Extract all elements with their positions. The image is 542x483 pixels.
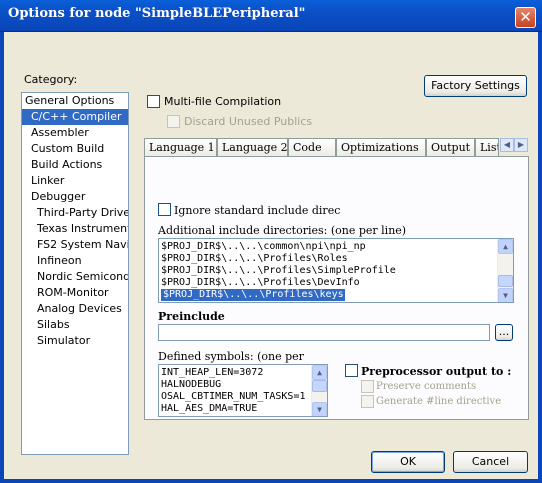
- window-title: Options for node "SimpleBLEPeripheral": [8, 6, 306, 21]
- include-dirs-textarea[interactable]: $PROJ_DIR$\..\..\common\npi\npi_np $PROJ_…: [158, 238, 514, 303]
- defined-symbol-line: INT_HEAP_LEN=3072: [161, 367, 264, 378]
- preinclude-input[interactable]: [158, 324, 490, 341]
- preproc-output-label: Preprocessor output to :: [361, 365, 512, 378]
- ok-button[interactable]: OK: [371, 451, 445, 473]
- preserve-comments-label: Preserve comments: [376, 381, 477, 392]
- window-border-bottom: [0, 479, 542, 483]
- generate-line-checkbox[interactable]: [361, 395, 374, 408]
- symbols-scroll-thumb[interactable]: [312, 380, 327, 392]
- tab-scroll-left-button[interactable]: ◀: [500, 138, 514, 152]
- category-item[interactable]: Analog Devices: [22, 301, 128, 317]
- preserve-comments-checkbox[interactable]: [361, 380, 374, 393]
- arrow-up-icon: ▲: [317, 368, 322, 377]
- arrow-down-icon: ▼: [317, 405, 322, 414]
- defined-symbols-label: Defined symbols: (one per: [158, 350, 304, 363]
- chevron-right-icon: ▶: [517, 140, 525, 149]
- ignore-std-include-checkbox[interactable]: [158, 203, 171, 216]
- preproc-output-checkbox[interactable]: [345, 364, 358, 377]
- cancel-button[interactable]: Cancel: [453, 451, 528, 473]
- defined-symbol-line: OSAL_CBTIMER_NUM_TASKS=1: [161, 391, 306, 402]
- ignore-std-include-label: Ignore standard include direc: [174, 204, 341, 217]
- close-button[interactable]: ✕: [515, 7, 536, 28]
- window-border-right: [538, 32, 542, 483]
- scroll-down-button[interactable]: ▼: [498, 288, 513, 302]
- defined-symbol-line: HALNODEBUG: [161, 379, 222, 390]
- symbols-scroll-down-button[interactable]: ▼: [312, 402, 327, 416]
- preinclude-browse-button[interactable]: ...: [495, 324, 513, 341]
- tab-output[interactable]: Output: [426, 138, 475, 156]
- tab-language-1[interactable]: Language 1: [144, 138, 217, 156]
- include-dir-text: $PROJ_DIR$\..\..\Profiles\SimpleProfile: [161, 265, 396, 276]
- include-dir-line: $PROJ_DIR$\..\..\Profiles\SimpleProfile: [159, 265, 513, 277]
- symbols-scroll-up-button[interactable]: ▲: [312, 365, 327, 380]
- defined-symbol-line: HAL_AES_DMA=TRUE: [161, 403, 258, 414]
- include-dir-line: $PROJ_DIR$\..\..\common\npi\npi_np: [159, 241, 513, 253]
- category-item[interactable]: Silabs: [22, 317, 128, 333]
- category-item[interactable]: Nordic Semiconductor: [22, 269, 128, 285]
- category-item[interactable]: Assembler: [22, 125, 128, 141]
- include-dir-text: $PROJ_DIR$\..\..\Profiles\DevInfo: [161, 277, 360, 288]
- factory-settings-button[interactable]: Factory Settings: [424, 75, 527, 97]
- category-item[interactable]: Custom Build: [22, 141, 128, 157]
- include-dirs-scrollbar[interactable]: ▲ ▼: [497, 239, 513, 302]
- defined-symbols-scrollbar[interactable]: ▲ ▼: [311, 365, 327, 416]
- category-item[interactable]: C/C++ Compiler: [22, 109, 128, 125]
- defined-symbols-textarea[interactable]: INT_HEAP_LEN=3072 HALNODEBUG OSAL_CBTIMER_…: [158, 364, 328, 417]
- discard-unused-checkbox[interactable]: [167, 115, 180, 128]
- category-item[interactable]: Build Actions: [22, 157, 128, 173]
- tab-scroll-right-button[interactable]: ▶: [514, 138, 528, 152]
- category-item[interactable]: General Options: [22, 93, 128, 109]
- multifile-checkbox[interactable]: [147, 95, 160, 108]
- scroll-thumb[interactable]: [498, 275, 513, 287]
- category-item[interactable]: Debugger: [22, 189, 128, 205]
- title-bar: Options for node "SimpleBLEPeripheral" ✕: [0, 0, 542, 32]
- category-list[interactable]: General Options C/C++ Compiler Assembler Cu…: [21, 92, 129, 455]
- tab-code[interactable]: Code: [288, 138, 336, 156]
- include-dir-line: $PROJ_DIR$\..\..\Profiles\DevInfo: [159, 277, 513, 289]
- include-dir-text: $PROJ_DIR$\..\..\Profiles\Roles: [161, 253, 348, 264]
- category-item[interactable]: ROM-Monitor: [22, 285, 128, 301]
- multifile-label: Multi-file Compilation: [164, 95, 282, 108]
- include-dir-line: $PROJ_DIR$\..\..\Profiles\Roles: [159, 253, 513, 265]
- arrow-down-icon: ▼: [503, 291, 508, 300]
- category-item[interactable]: Texas Instruments: [22, 221, 128, 237]
- tab-list[interactable]: List: [475, 138, 499, 156]
- category-item[interactable]: Linker: [22, 173, 128, 189]
- tab-language-2[interactable]: Language 2: [217, 138, 288, 156]
- tab-optimizations[interactable]: Optimizations: [336, 138, 426, 156]
- preinclude-label: Preinclude: [158, 310, 225, 323]
- window-border-left: [0, 32, 4, 483]
- scroll-up-button[interactable]: ▲: [498, 239, 513, 254]
- category-item[interactable]: Third-Party Driver: [22, 205, 128, 221]
- include-dir-text: $PROJ_DIR$\..\..\common\npi\npi_np: [161, 241, 366, 252]
- discard-unused-label: Discard Unused Publics: [184, 115, 313, 128]
- category-item[interactable]: Simulator: [22, 333, 128, 349]
- arrow-up-icon: ▲: [503, 242, 508, 251]
- category-item[interactable]: Infineon: [22, 253, 128, 269]
- category-item[interactable]: FS2 System Navigator: [22, 237, 128, 253]
- close-icon: ✕: [519, 8, 532, 26]
- additional-include-label: Additional include directories: (one per…: [158, 224, 407, 237]
- generate-line-label: Generate #line directive: [376, 396, 502, 407]
- category-label: Category:: [24, 73, 78, 86]
- include-dir-text: $PROJ_DIR$\..\..\Profiles\keys: [161, 289, 345, 301]
- include-dir-line: $PROJ_DIR$\..\..\Profiles\keys: [159, 289, 513, 301]
- chevron-left-icon: ◀: [503, 140, 511, 149]
